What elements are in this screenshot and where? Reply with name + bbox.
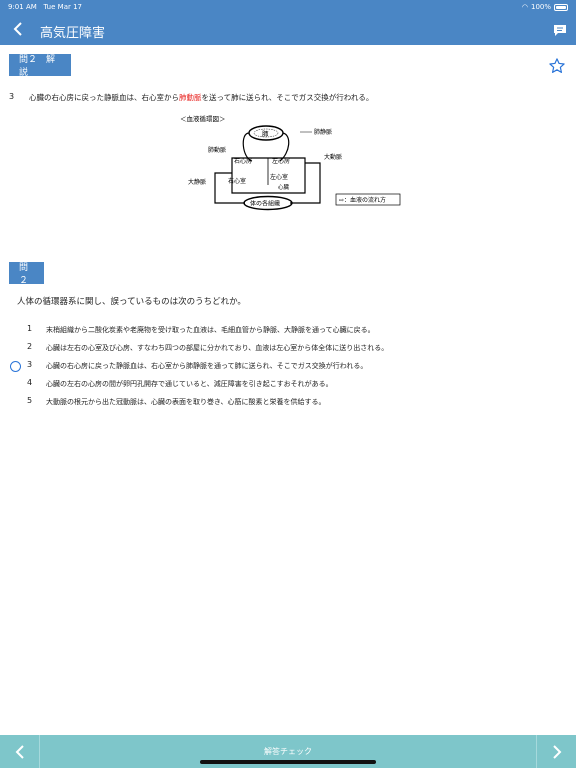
comment-icon xyxy=(554,25,566,36)
choice-text: 心臓の右心房に戻った静脈血は、右心室から肺静脈を通って肺に送られ、そこでガス交換… xyxy=(46,362,368,370)
diagram-legend: ⇨：血液の流れ方 xyxy=(339,196,386,204)
diagram-aorta: 大動脈 xyxy=(324,153,342,161)
diagram-right-atrium: 右心房 xyxy=(234,157,252,165)
choice-text: 末梢組織から二酸化炭素や老廃物を受け取った血液は、毛細血管から静脈、大静脈を通っ… xyxy=(46,326,375,334)
choice-text: 心臓の左右の心房の間が卵円孔開存で通じていると、減圧障害を引き起こすおそれがある… xyxy=(46,380,333,388)
diagram-vena-cava: 大静脈 xyxy=(188,178,206,186)
chevron-left-icon xyxy=(15,744,24,759)
home-indicator[interactable] xyxy=(200,760,376,764)
choice-2[interactable]: 2 心臓は左右の心室及び心房、すなわち四つの部屋に分かれており、血液は左心室から… xyxy=(0,340,576,356)
comment-button[interactable] xyxy=(553,22,567,36)
answer-number: 3 xyxy=(9,92,15,101)
question-text: 人体の循環器系に関し、誤っているものは次のうちどれか。 xyxy=(17,297,246,307)
question-header: 問２ xyxy=(9,262,44,286)
diagram-left-atrium: 左心房 xyxy=(272,157,290,165)
diagram-pulmonary-vein: 肺静脈 xyxy=(314,128,332,136)
choice-number: 4 xyxy=(27,378,33,387)
choice-3[interactable]: 3 心臓の右心房に戻った静脈血は、右心室から肺静脈を通って肺に送られ、そこでガス… xyxy=(0,358,576,374)
choice-text: 心臓は左右の心室及び心房、すなわち四つの部屋に分かれており、血液は左心室から体全… xyxy=(46,344,389,352)
diagram-title: ＜血液循環図＞ xyxy=(180,114,226,123)
choice-5[interactable]: 5 大動脈の根元から出た冠動脈は、心臓の表面を取り巻き、心筋に酸素と栄養を供給す… xyxy=(0,394,576,410)
choice-number: 1 xyxy=(27,324,33,333)
chevron-right-icon xyxy=(552,744,561,759)
nav-bar: 高気圧障害 xyxy=(0,14,576,45)
diagram-pulmonary-artery: 肺動脈 xyxy=(208,146,226,154)
status-time: 9:01 AM Tue Mar 17 xyxy=(8,3,82,11)
diagram-right-ventricle: 右心室 xyxy=(228,177,246,185)
star-icon xyxy=(549,58,565,73)
choice-4[interactable]: 4 心臓の左右の心房の間が卵円孔開存で通じていると、減圧障害を引き起こすおそれが… xyxy=(0,376,576,392)
back-button[interactable] xyxy=(8,18,28,40)
battery-icon xyxy=(554,3,568,11)
answer-explanation: 心臓の右心房に戻った静脈血は、右心室から肺動脈を送って肺に送られ、そこでガス交換… xyxy=(29,93,374,102)
previous-button[interactable] xyxy=(0,735,40,768)
choice-number: 3 xyxy=(27,360,33,369)
battery-percent: 100% xyxy=(530,3,551,11)
blood-circulation-diagram: ＜血液循環図＞ 肺 肺動脈 肺静脈 右心房 左心房 右心室 左心室 心臓 大動脈… xyxy=(180,114,401,211)
chevron-left-icon xyxy=(13,22,22,36)
choice-number: 2 xyxy=(27,342,33,351)
diagram-left-ventricle: 左心室 xyxy=(270,173,288,181)
explanation-header: 問２ 解説 xyxy=(9,54,71,78)
page-title: 高気圧障害 xyxy=(40,26,106,41)
choice-1[interactable]: 1 末梢組織から二酸化炭素や老廃物を受け取った血液は、毛細血管から静脈、大静脈を… xyxy=(0,322,576,338)
wifi-icon: ◠ xyxy=(521,3,528,11)
next-button[interactable] xyxy=(536,735,576,768)
choice-text: 大動脈の根元から出た冠動脈は、心臓の表面を取り巻き、心筋に酸素と栄養を供給する。 xyxy=(46,398,326,406)
pulmonary-vein-line xyxy=(279,132,290,162)
highlight-term: 肺動脈 xyxy=(179,93,202,102)
diagram-heart: 心臓 xyxy=(278,183,290,191)
diagram-body-tissue: 体の各組織 xyxy=(250,200,280,208)
status-right: ◠ 100% xyxy=(522,3,568,11)
pulmonary-artery-line xyxy=(242,132,253,162)
status-bar: 9:01 AM Tue Mar 17 ◠ 100% xyxy=(0,0,576,14)
bookmark-button[interactable] xyxy=(548,57,566,75)
diagram-lung: 肺 xyxy=(262,130,269,138)
selected-radio-icon[interactable] xyxy=(10,361,21,372)
choice-number: 5 xyxy=(27,396,33,405)
